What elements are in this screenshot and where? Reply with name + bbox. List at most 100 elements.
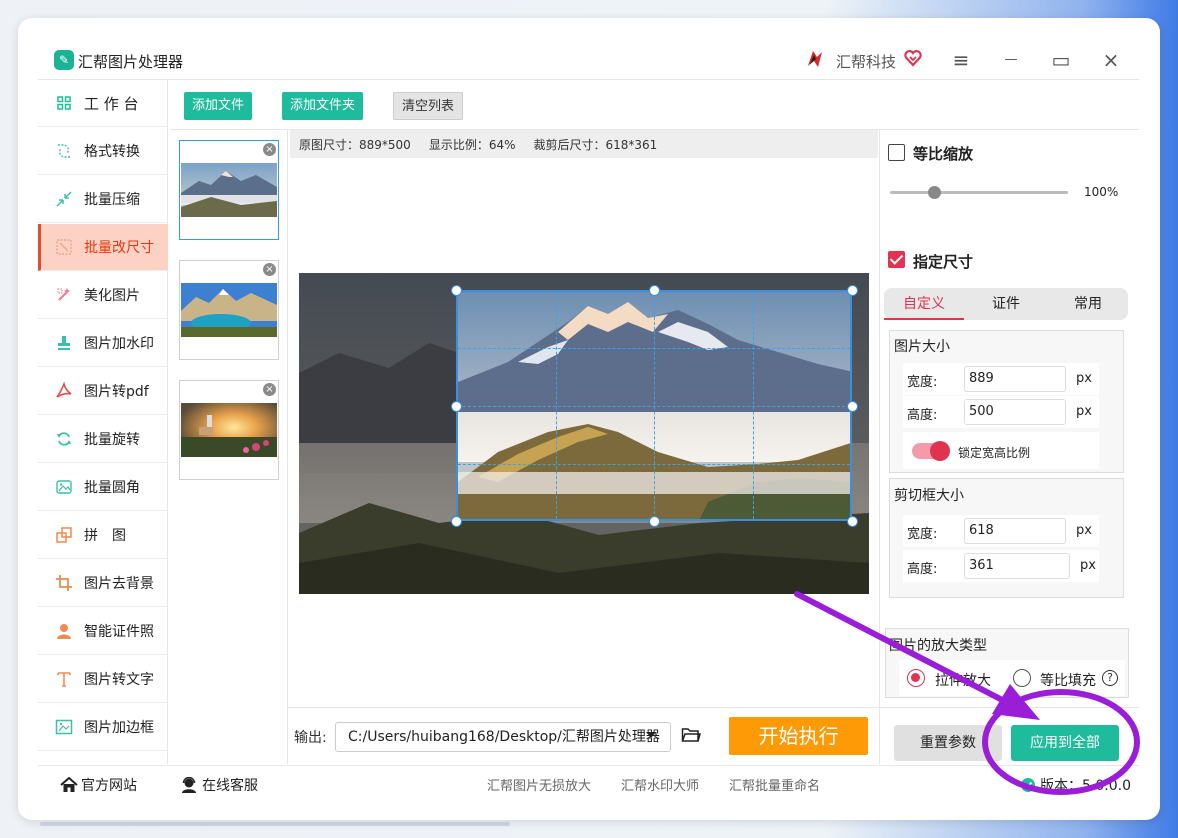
background-bar: [40, 822, 510, 826]
sidebar-item-puzzle[interactable]: 拼 图: [38, 512, 168, 559]
website-link[interactable]: 官方网站: [60, 775, 137, 795]
brand-name: 汇帮科技: [836, 53, 897, 71]
specified-size-label: 指定尺寸: [913, 253, 974, 271]
thumbnail-lake-image: [181, 283, 277, 337]
stretch-radio[interactable]: [907, 669, 925, 687]
proportional-fill-radio[interactable]: [1013, 669, 1031, 687]
reset-button[interactable]: 重置参数: [894, 725, 1002, 761]
sidebar-item-batch-rotate[interactable]: 批量旋转: [38, 416, 168, 463]
sidebar-item-format-convert[interactable]: 格式转换: [38, 128, 168, 175]
round-corner-icon: [54, 477, 74, 497]
add-folder-button[interactable]: 添加文件夹: [282, 92, 364, 120]
close-button[interactable]: ×: [1097, 46, 1125, 74]
beautify-icon: [54, 285, 74, 305]
image-width-input[interactable]: 889: [964, 366, 1066, 392]
convert-icon: [54, 141, 74, 161]
proportional-scale-label: 等比缩放: [913, 145, 974, 163]
lock-ratio-toggle-knob[interactable]: [930, 441, 950, 461]
image-width-label: 宽度:: [907, 375, 938, 390]
thumbnail-item[interactable]: ×: [179, 260, 279, 360]
crop-handle-bottom[interactable]: [649, 516, 660, 527]
apply-all-button[interactable]: 应用到全部: [1011, 725, 1119, 761]
image-height-input[interactable]: 500: [964, 399, 1066, 425]
tab-common[interactable]: 常用: [1048, 288, 1128, 320]
crop-handle-bottom-right[interactable]: [847, 516, 858, 527]
crop-handle-bottom-left[interactable]: [451, 516, 462, 527]
sidebar-item-label: 格式转换: [84, 144, 140, 160]
crop-height-input[interactable]: 361: [964, 553, 1070, 579]
crop-handle-top-left[interactable]: [451, 285, 462, 296]
output-path-select[interactable]: C:/Users/huibang168/Desktop/汇帮图片处理器: [335, 722, 671, 752]
thumbnail-item[interactable]: ×: [179, 380, 279, 480]
remove-thumbnail-icon[interactable]: ×: [263, 263, 276, 276]
sidebar-item-remove-background[interactable]: 图片去背景: [38, 560, 168, 607]
scale-slider-track[interactable]: [890, 191, 1068, 194]
specified-size-checkbox[interactable]: [888, 251, 905, 268]
crop-handle-right[interactable]: [847, 401, 858, 412]
lock-ratio-label: 锁定宽高比例: [958, 446, 1031, 460]
support-link[interactable]: 在线客服: [180, 775, 258, 795]
resize-icon: [54, 237, 74, 257]
minimize-button[interactable]: —: [997, 46, 1025, 74]
output-divider: [288, 707, 879, 708]
proportional-scale-checkbox[interactable]: [888, 144, 905, 161]
start-button[interactable]: 开始执行: [729, 717, 868, 755]
cropped-size-text: 裁剪后尺寸：618*361: [533, 137, 658, 152]
proportional-fill-label[interactable]: 等比填充: [1040, 670, 1096, 690]
crop-handle-top[interactable]: [649, 285, 660, 296]
version-icon: [1021, 778, 1035, 792]
add-file-button[interactable]: 添加文件: [184, 92, 253, 120]
sidebar-item-to-text[interactable]: 图片转文字: [38, 656, 168, 703]
frame-icon: [54, 717, 74, 737]
sidebar-item-round-corner[interactable]: 批量圆角: [38, 464, 168, 511]
sidebar-item-label: 图片去背景: [84, 576, 154, 592]
remove-thumbnail-icon[interactable]: ×: [263, 143, 276, 156]
sidebar-item-label: 图片转pdf: [84, 384, 149, 400]
stretch-label[interactable]: 拉伸放大: [935, 670, 991, 690]
person-icon: [54, 621, 74, 641]
sidebar-item-border[interactable]: 图片加边框: [38, 704, 168, 751]
sidebar-item-batch-resize[interactable]: 批量改尺寸: [38, 224, 168, 271]
original-size-text: 原图尺寸：889*500: [299, 137, 411, 152]
crop-width-input[interactable]: 618: [964, 518, 1066, 544]
sidebar-item-batch-compress[interactable]: 批量压缩: [38, 176, 168, 223]
display-ratio-text: 显示比例：64%: [428, 137, 516, 152]
thumbnail-item[interactable]: ×: [179, 140, 279, 240]
image-width-unit: px: [1076, 371, 1092, 386]
sidebar-item-watermark[interactable]: 图片加水印: [38, 320, 168, 367]
crop-handle-left[interactable]: [451, 401, 462, 412]
crop-box[interactable]: [456, 290, 852, 521]
crop-grid-line: [458, 406, 850, 407]
sidebar-item-label: 图片转文字: [84, 672, 154, 688]
folder-icon[interactable]: [681, 726, 701, 744]
tab-custom[interactable]: 自定义: [884, 288, 964, 320]
product-link-rename[interactable]: 汇帮批量重命名: [729, 775, 820, 794]
clear-list-button[interactable]: 清空列表: [393, 92, 464, 120]
crop-handle-top-right[interactable]: [847, 285, 858, 296]
maximize-button[interactable]: ▭: [1047, 46, 1075, 74]
sidebar-item-to-pdf[interactable]: 图片转pdf: [38, 368, 168, 415]
sidebar-item-id-photo[interactable]: 智能证件照: [38, 608, 168, 655]
remove-thumbnail-icon[interactable]: ×: [263, 383, 276, 396]
crop-height-unit: px: [1080, 558, 1096, 573]
crop-width-label: 宽度:: [907, 527, 938, 542]
thumbnail-list: × × ×: [170, 130, 288, 764]
scale-slider-thumb[interactable]: [928, 186, 941, 199]
watermark-icon: [54, 333, 74, 353]
sidebar-item-workbench[interactable]: 工 作 台: [38, 80, 168, 127]
scale-value: 100%: [1084, 185, 1119, 199]
tab-id-photo[interactable]: 证件: [966, 288, 1046, 320]
sidebar-item-beautify[interactable]: 美化图片: [38, 272, 168, 319]
support-icon: [182, 777, 196, 793]
chevron-down-icon[interactable]: [646, 732, 656, 738]
product-link-upscale[interactable]: 汇帮图片无损放大: [487, 775, 591, 794]
menu-button[interactable]: ≡: [947, 46, 975, 74]
help-icon[interactable]: ?: [1102, 670, 1118, 686]
favorite-heart-icon[interactable]: [903, 48, 923, 68]
image-height-unit: px: [1076, 404, 1092, 419]
sidebar-item-label: 美化图片: [84, 288, 140, 304]
output-label: 输出:: [294, 730, 327, 746]
image-height-label: 高度:: [907, 408, 938, 423]
pdf-icon: [54, 381, 74, 401]
product-link-watermark[interactable]: 汇帮水印大师: [621, 775, 699, 794]
